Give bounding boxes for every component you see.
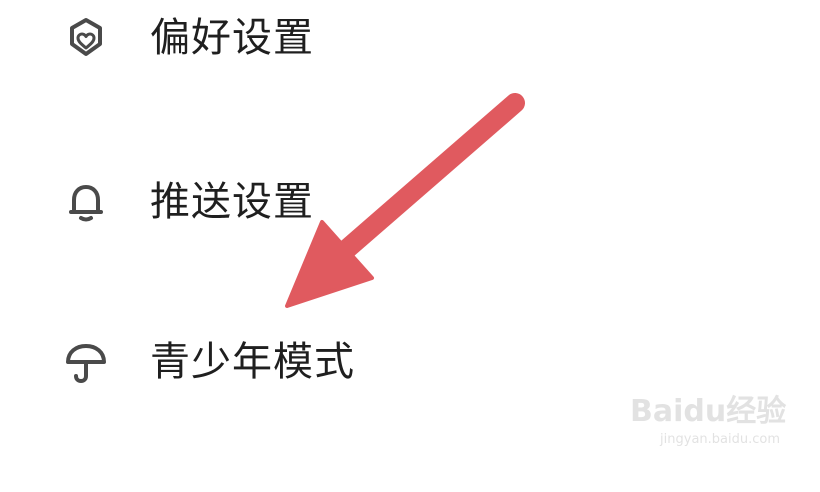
umbrella-icon [62,338,110,386]
menu-item-youth-mode[interactable]: 青少年模式 [0,300,820,420]
menu-item-label: 青少年模式 [150,339,355,385]
menu-item-label: 推送设置 [150,179,314,225]
menu-item-preference-settings[interactable]: 偏好设置 [0,0,820,120]
bell-icon [62,178,110,226]
watermark-url: jingyan.baidu.com [660,432,780,447]
menu-item-label: 偏好设置 [150,15,314,61]
preference-shield-heart-icon [62,14,110,62]
menu-item-push-settings[interactable]: 推送设置 [0,140,820,260]
